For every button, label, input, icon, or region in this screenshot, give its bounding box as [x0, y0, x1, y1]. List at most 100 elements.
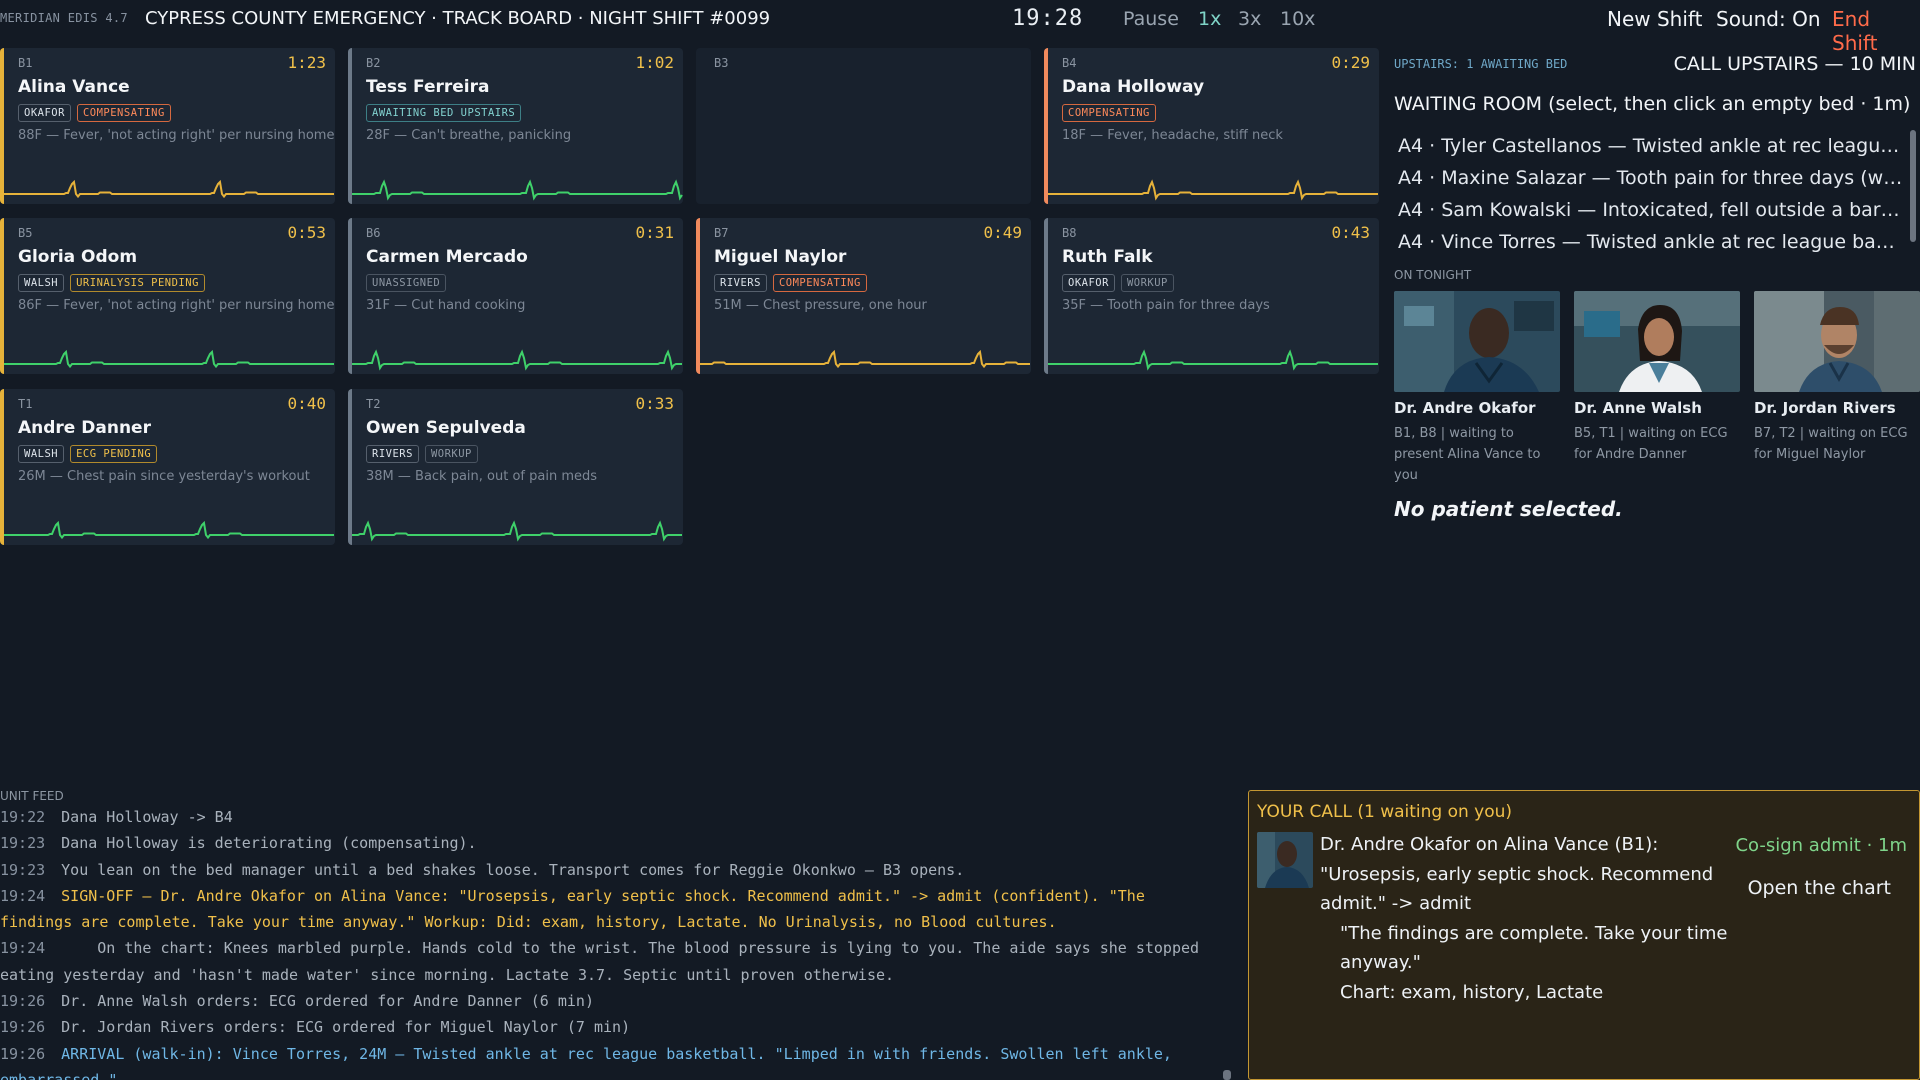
patient-name: Andre Danner: [18, 418, 151, 438]
your-call-message: Dr. Andre Okafor on Alina Vance (B1): "U…: [1320, 830, 1730, 1007]
ecg-trace: [4, 349, 334, 369]
waiting-patient-item[interactable]: A4 · Sam Kowalski — Intoxicated, fell ou…: [1394, 194, 1904, 226]
doctor-name: Dr. Anne Walsh: [1574, 399, 1702, 417]
doctor-status: B7, T2 | waiting on ECG for Miguel Naylo…: [1754, 426, 1908, 462]
patient-name: Owen Sepulveda: [366, 418, 526, 438]
patient-name: Tess Ferreira: [366, 77, 490, 97]
ecg-trace: [4, 179, 334, 199]
bed-timer: 1:23: [287, 53, 326, 72]
feed-line: 19:26 Dr. Jordan Rivers orders: ECG order…: [0, 1014, 1220, 1040]
doctor-card-rivers[interactable]: Dr. Jordan Rivers B7, T2 | waiting on EC…: [1754, 291, 1920, 465]
waiting-patient-item[interactable]: A4 · Tyler Castellanos — Twisted ankle a…: [1394, 130, 1904, 162]
cosign-admit-button[interactable]: Co-sign admit · 1m: [1735, 835, 1907, 856]
doctor-card-okafor[interactable]: Dr. Andre Okafor B1, B8 | waiting to pre…: [1394, 291, 1560, 486]
bed-id: B8: [1062, 226, 1077, 240]
bed-id: B2: [366, 56, 381, 70]
chief-complaint: 38M — Back pain, out of pain meds: [366, 469, 598, 484]
bed-timer: 0:33: [635, 394, 674, 413]
chief-complaint: 18F — Fever, headache, stiff neck: [1062, 128, 1283, 143]
unit-feed-label: UNIT FEED: [0, 789, 64, 803]
ecg-trace: [352, 179, 683, 201]
doctor-photo-rivers: [1754, 291, 1920, 392]
feed-timestamp: 19:23: [0, 860, 46, 879]
status-badge: COMPENSATING: [772, 274, 867, 292]
feed-timestamp: 19:26: [0, 1018, 46, 1037]
chief-complaint: 31F — Cut hand cooking: [366, 298, 526, 313]
doctor-name: Dr. Jordan Rivers: [1754, 399, 1896, 417]
speed-1x-button[interactable]: 1x: [1198, 8, 1221, 30]
sign-off-summary: Dr. Andre Okafor on Alina Vance (B1): "U…: [1320, 834, 1714, 914]
bed-card-b3[interactable]: B3: [696, 48, 1031, 204]
status-badge: WORKUP: [1120, 274, 1174, 292]
waiting-patient-item[interactable]: A4 · Maxine Salazar — Tooth pain for thr…: [1394, 162, 1904, 194]
bed-id: B6: [366, 226, 381, 240]
feed-text: Dr. Anne Walsh orders: ECG ordered for A…: [61, 992, 594, 1011]
call-upstairs-button[interactable]: CALL UPSTAIRS — 10 MIN: [1674, 53, 1916, 75]
feed-scrollbar[interactable]: [1223, 1070, 1231, 1080]
bed-card-b7[interactable]: B7 0:49 Miguel Naylor RIVERS COMPENSATING 51M…: [696, 218, 1031, 374]
your-call-title: YOUR CALL (1 waiting on you): [1257, 802, 1513, 822]
patient-name: Carmen Mercado: [366, 247, 528, 267]
bed-card-b8[interactable]: B8 0:43 Ruth Falk OKAFOR WORKUP 35F — Tooth p…: [1044, 218, 1379, 374]
feed-timestamp: 19:26: [0, 1044, 46, 1063]
ecg-trace: [352, 520, 682, 542]
bed-card-b5[interactable]: B5 0:53 Gloria Odom WALSH URINALYSIS PENDING…: [0, 218, 335, 374]
end-shift-button[interactable]: End Shift: [1832, 7, 1920, 55]
status-badge: AWAITING BED UPSTAIRS: [366, 104, 522, 122]
open-chart-button[interactable]: Open the chart: [1748, 877, 1891, 899]
bed-timer: 0:53: [287, 223, 326, 242]
patient-name: Ruth Falk: [1062, 247, 1153, 267]
patient-tags: COMPENSATING: [1062, 104, 1156, 122]
chief-complaint: 51M — Chest pressure, one hour: [714, 298, 927, 313]
feed-text: ARRIVAL (walk-in): Vince Torres, 24M — T…: [0, 1044, 1181, 1080]
doctor-name: Dr. Andre Okafor: [1394, 399, 1536, 417]
bed-id: B7: [714, 226, 729, 240]
speed-3x-button[interactable]: 3x: [1238, 8, 1261, 30]
patient-tags: RIVERS WORKUP: [366, 445, 478, 463]
bed-card-b6[interactable]: B6 0:31 Carmen Mercado UNASSIGNED 31F — Cut …: [348, 218, 683, 374]
doctor-avatar-okafor: [1257, 832, 1313, 888]
patient-tags: OKAFOR COMPENSATING: [18, 104, 171, 122]
feed-text: Dana Holloway -> B4: [61, 808, 233, 826]
feed-timestamp: 19:24: [0, 886, 46, 905]
bed-card-b2[interactable]: B2 1:02 Tess Ferreira AWAITING BED UPSTAIRS…: [348, 48, 683, 204]
sign-off-quote: "The findings are complete. Take your ti…: [1340, 922, 1728, 974]
doctor-photo-walsh: [1574, 291, 1740, 392]
bed-timer: 1:02: [635, 53, 674, 72]
bed-card-b4[interactable]: B4 0:29 Dana Holloway COMPENSATING 18F — Fev…: [1044, 48, 1379, 204]
bed-card-t2[interactable]: T2 0:33 Owen Sepulveda RIVERS WORKUP 38M — Ba…: [348, 389, 683, 545]
chief-complaint: 26M — Chest pain since yesterday's worko…: [18, 469, 310, 484]
new-shift-button[interactable]: New Shift: [1607, 7, 1702, 31]
status-badge: RIVERS: [714, 274, 767, 292]
status-badge: WALSH: [18, 445, 65, 463]
feed-text: Dana Holloway is deteriorating (compensa…: [61, 834, 477, 853]
ecg-trace: [352, 349, 682, 371]
bed-timer: 0:40: [287, 394, 326, 413]
sign-off-chart: Chart: exam, history, Lactate: [1340, 981, 1604, 1003]
waiting-patient-item[interactable]: A4 · Vince Torres — Twisted ankle at rec…: [1394, 226, 1904, 258]
pause-button[interactable]: Pause: [1123, 8, 1179, 30]
sound-toggle[interactable]: Sound: On: [1716, 7, 1821, 31]
bed-timer: 0:43: [1331, 223, 1370, 242]
on-tonight-label: ON TONIGHT: [1394, 268, 1472, 282]
bed-card-t1[interactable]: T1 0:40 Andre Danner WALSH ECG PENDING 26M — …: [0, 389, 335, 545]
chief-complaint: 28F — Can't breathe, panicking: [366, 128, 572, 143]
chief-complaint: 88F — Fever, 'not acting right' per nurs…: [18, 128, 335, 143]
speed-10x-button[interactable]: 10x: [1280, 8, 1315, 30]
feed-timestamp: 19:24: [0, 939, 46, 958]
feed-line: 19:23 Dana Holloway is deteriorating (com…: [0, 830, 1220, 856]
doctor-card-walsh[interactable]: Dr. Anne Walsh B5, T1 | waiting on ECG f…: [1574, 291, 1740, 465]
bed-id: B1: [18, 56, 33, 70]
page-title: CYPRESS COUNTY EMERGENCY · TRACK BOARD ·…: [145, 8, 771, 29]
feed-line: 19:22 Dana Holloway -> B4: [0, 804, 1220, 830]
feed-text: On the chart: Knees marbled purple. Hand…: [0, 939, 1209, 984]
patient-name: Dana Holloway: [1062, 77, 1205, 97]
top-bar: MERIDIAN EDIS 4.7 CYPRESS COUNTY EMERGEN…: [0, 0, 1920, 55]
waiting-list-scrollbar[interactable]: [1910, 130, 1916, 242]
feed-line: 19:26 Dr. Anne Walsh orders: ECG ordered …: [0, 988, 1220, 1014]
feed-text: SIGN-OFF — Dr. Andre Okafor on Alina Van…: [0, 886, 1154, 932]
feed-line: 19:26 ARRIVAL (walk-in): Vince Torres, 24…: [0, 1041, 1220, 1080]
doctor-photo-okafor: [1394, 291, 1560, 392]
status-badge: OKAFOR: [1062, 274, 1115, 292]
bed-card-b1[interactable]: B1 1:23 Alina Vance OKAFOR COMPENSATING 88F —…: [0, 48, 335, 204]
